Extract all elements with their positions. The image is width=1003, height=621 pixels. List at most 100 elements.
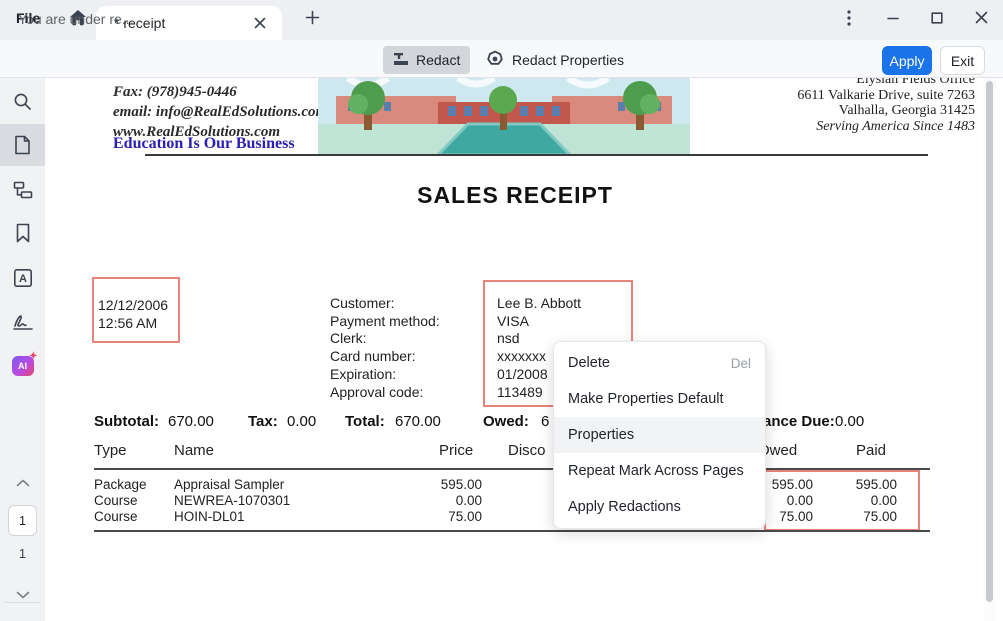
menu-item-repeat-mark-label: Repeat Mark Across Pages xyxy=(568,463,744,479)
redaction-mark-amounts[interactable] xyxy=(764,470,920,531)
menu-item-apply-redactions-label: Apply Redactions xyxy=(568,499,681,515)
apply-button[interactable]: Apply xyxy=(882,46,932,75)
tax-label: Tax: xyxy=(248,413,278,430)
menu-item-delete[interactable]: Delete Del xyxy=(554,345,765,381)
value-customer: Lee B. Abbott xyxy=(497,295,581,313)
address-tagline: Serving America Since 1483 xyxy=(650,119,975,135)
window-close-button[interactable] xyxy=(959,0,1003,40)
header-divider-line xyxy=(145,154,928,156)
row3-name: HOIN-DL01 xyxy=(174,509,245,524)
redact-properties-button[interactable]: Redact Properties xyxy=(478,46,632,74)
sidebar-item-outline[interactable] xyxy=(0,173,45,207)
chevron-up-icon xyxy=(16,479,30,487)
sparkle-icon: ✦ xyxy=(29,351,37,362)
minimize-button[interactable] xyxy=(871,0,915,40)
menu-item-make-properties-default-label: Make Properties Default xyxy=(568,391,724,407)
left-sidebar: A AI ✦ 1 1 xyxy=(0,78,45,621)
ai-assistant-icon: AI ✦ xyxy=(12,356,34,376)
document-canvas[interactable]: Fax: (978)945-0446 email: info@RealEdSol… xyxy=(45,78,1003,621)
subtotal-label: Subtotal: xyxy=(94,413,159,430)
owed-value: 6 xyxy=(541,413,549,430)
address-office: Elysian Fields Office xyxy=(650,78,975,88)
total-pages-label: 1 xyxy=(0,546,45,561)
row3-type: Course xyxy=(94,509,138,524)
svg-text:A: A xyxy=(19,273,27,285)
chevron-down-icon xyxy=(16,591,30,599)
sidebar-item-ai-assistant[interactable]: AI ✦ xyxy=(0,349,45,383)
row2-name: NEWREA-1070301 xyxy=(174,493,290,508)
sidebar-item-signature[interactable] xyxy=(0,305,45,339)
ai-badge-text: AI xyxy=(18,361,27,371)
row1-type: Package xyxy=(94,477,147,492)
window-close-icon xyxy=(975,11,988,29)
col-header-price: Price xyxy=(439,442,473,459)
scrollbar-thumb[interactable] xyxy=(986,81,993,602)
sidebar-item-pages[interactable] xyxy=(0,124,45,166)
customer-field-labels: Customer: Payment method: Clerk: Card nu… xyxy=(330,295,440,401)
menu-item-properties[interactable]: Properties xyxy=(554,417,765,453)
owed-label: Owed: xyxy=(483,413,529,430)
col-header-discount: Disco xyxy=(508,442,546,459)
table-bottom-line xyxy=(94,530,930,532)
contact-email: email: info@RealEdSolutions.com xyxy=(113,102,327,122)
tab-close-icon[interactable] xyxy=(252,15,268,31)
outline-icon xyxy=(13,181,33,199)
tax-value: 0.00 xyxy=(287,413,316,430)
annotation-icon: A xyxy=(13,268,33,288)
redact-icon xyxy=(393,52,409,69)
minimize-icon xyxy=(887,11,899,29)
campus-illustration-image xyxy=(318,78,690,155)
maximize-icon xyxy=(931,11,943,29)
menu-item-properties-label: Properties xyxy=(568,427,634,443)
exit-button[interactable]: Exit xyxy=(940,46,985,75)
address-street: 6611 Valkarie Drive, suite 7263 xyxy=(650,88,975,104)
menu-item-delete-label: Delete xyxy=(568,355,610,371)
previous-page-button[interactable] xyxy=(0,466,45,500)
bookmark-icon xyxy=(15,223,31,243)
row2-price: 0.00 xyxy=(422,493,482,508)
sidebar-divider xyxy=(4,602,41,603)
menu-item-apply-redactions[interactable]: Apply Redactions xyxy=(554,489,765,525)
menu-item-make-properties-default[interactable]: Make Properties Default xyxy=(554,381,765,417)
row3-price: 75.00 xyxy=(422,509,482,524)
row1-name: Appraisal Sampler xyxy=(174,477,284,492)
label-approval-code: Approval code: xyxy=(330,384,440,402)
menu-item-delete-shortcut: Del xyxy=(731,356,751,371)
total-value: 670.00 xyxy=(395,413,441,430)
value-payment-method: VISA xyxy=(497,313,581,331)
label-payment-method: Payment method: xyxy=(330,313,440,331)
search-icon xyxy=(13,92,32,111)
maximize-button[interactable] xyxy=(915,0,959,40)
receipt-contact-block: Fax: (978)945-0446 email: info@RealEdSol… xyxy=(113,82,327,142)
redact-tool-button[interactable]: Redact xyxy=(383,46,470,74)
current-page-input[interactable]: 1 xyxy=(8,505,37,536)
receipt-time: 12:56 AM xyxy=(98,314,168,332)
kebab-menu-icon xyxy=(847,10,851,31)
total-label: Total: xyxy=(345,413,385,430)
label-expiration: Expiration: xyxy=(330,366,440,384)
address-city: Valhalla, Georgia 31425 xyxy=(650,103,975,119)
sidebar-item-bookmarks[interactable] xyxy=(0,216,45,250)
col-header-name: Name xyxy=(174,442,214,459)
next-page-button[interactable] xyxy=(0,578,45,612)
redact-tool-label: Redact xyxy=(416,52,460,68)
sidebar-item-annotations[interactable]: A xyxy=(0,261,45,295)
titlebar: File * receipt xyxy=(0,0,1003,40)
menu-item-repeat-mark-across-pages[interactable]: Repeat Mark Across Pages xyxy=(554,453,765,489)
redact-properties-label: Redact Properties xyxy=(512,52,624,68)
balance-due-value: 0.00 xyxy=(835,413,864,430)
col-header-type: Type xyxy=(94,442,127,459)
sidebar-item-search[interactable] xyxy=(0,84,45,118)
app-window: File * receipt xyxy=(0,0,1003,621)
redaction-status-text: You are under re... xyxy=(18,11,133,27)
vertical-scrollbar[interactable] xyxy=(984,78,996,621)
receipt-slogan: Education Is Our Business xyxy=(113,135,295,153)
page-thumbnails-icon xyxy=(14,135,31,155)
new-tab-button[interactable] xyxy=(303,11,321,29)
receipt-datetime: 12/12/2006 12:56 AM xyxy=(98,296,168,332)
window-controls xyxy=(827,0,1003,40)
label-clerk: Clerk: xyxy=(330,330,440,348)
app-menu-button[interactable] xyxy=(827,0,871,40)
label-customer: Customer: xyxy=(330,295,440,313)
balance-due-label: ance Due: xyxy=(763,413,835,430)
